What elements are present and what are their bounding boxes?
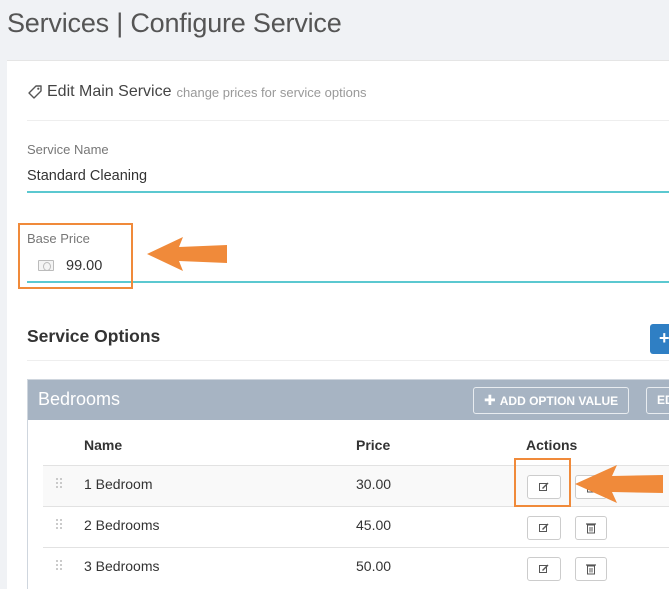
row-price: 45.00 — [356, 517, 392, 533]
service-name-label: Service Name — [27, 142, 109, 157]
trash-icon — [586, 523, 596, 534]
base-price-highlight-box — [18, 223, 133, 289]
arrow-left-icon — [147, 237, 227, 271]
service-name-input[interactable]: Standard Cleaning — [27, 168, 147, 184]
card-header-subtitle: change prices for service options — [176, 84, 367, 100]
edit-row-button[interactable] — [527, 557, 561, 581]
row-price: 30.00 — [356, 476, 392, 492]
divider — [27, 120, 669, 121]
edit-icon — [539, 564, 549, 573]
add-option-value-label: ADD OPTION VALUE — [499, 394, 619, 408]
edit-option-button[interactable]: ED — [646, 387, 669, 414]
service-name-underline — [27, 191, 669, 193]
delete-row-button[interactable] — [575, 516, 607, 540]
add-option-value-button[interactable]: ✚ ADD OPTION VALUE — [473, 387, 630, 414]
plus-icon: ✚ — [484, 392, 496, 408]
column-header-name: Name — [84, 437, 123, 453]
arrow-left-icon — [575, 465, 663, 503]
edit-icon — [539, 523, 549, 532]
page-title: Services | Configure Service — [7, 8, 342, 38]
row-price: 50.00 — [356, 558, 392, 574]
row-name: 3 Bedrooms — [84, 558, 160, 574]
divider — [27, 360, 669, 361]
add-option-button[interactable]: + — [650, 324, 669, 354]
card-header: Edit Main Service change prices for serv… — [27, 83, 367, 101]
drag-handle-icon[interactable] — [56, 560, 64, 572]
edit-service-card: Edit Main Service change prices for serv… — [7, 60, 669, 589]
drag-handle-icon[interactable] — [56, 478, 64, 490]
row-name: 1 Bedroom — [84, 476, 153, 492]
service-options-title: Service Options — [27, 326, 161, 346]
edit-row-button[interactable] — [527, 516, 561, 540]
option-title: Bedrooms — [38, 389, 121, 409]
delete-row-button[interactable] — [575, 557, 607, 581]
row-name: 2 Bedrooms — [84, 517, 160, 533]
option-panel-header: Bedrooms ✚ADD OPTION VALUE ED — [28, 380, 669, 420]
row-divider — [43, 506, 669, 507]
trash-icon — [586, 564, 596, 575]
edit-button-highlight-box — [514, 458, 571, 507]
tag-icon — [28, 85, 42, 99]
column-header-price: Price — [356, 437, 391, 453]
row-divider — [43, 547, 669, 548]
card-header-title: Edit Main Service — [47, 83, 172, 100]
drag-handle-icon[interactable] — [56, 519, 64, 531]
column-header-actions: Actions — [526, 437, 578, 453]
option-panel-bedrooms: Bedrooms ✚ADD OPTION VALUE ED Name Price… — [27, 379, 669, 589]
